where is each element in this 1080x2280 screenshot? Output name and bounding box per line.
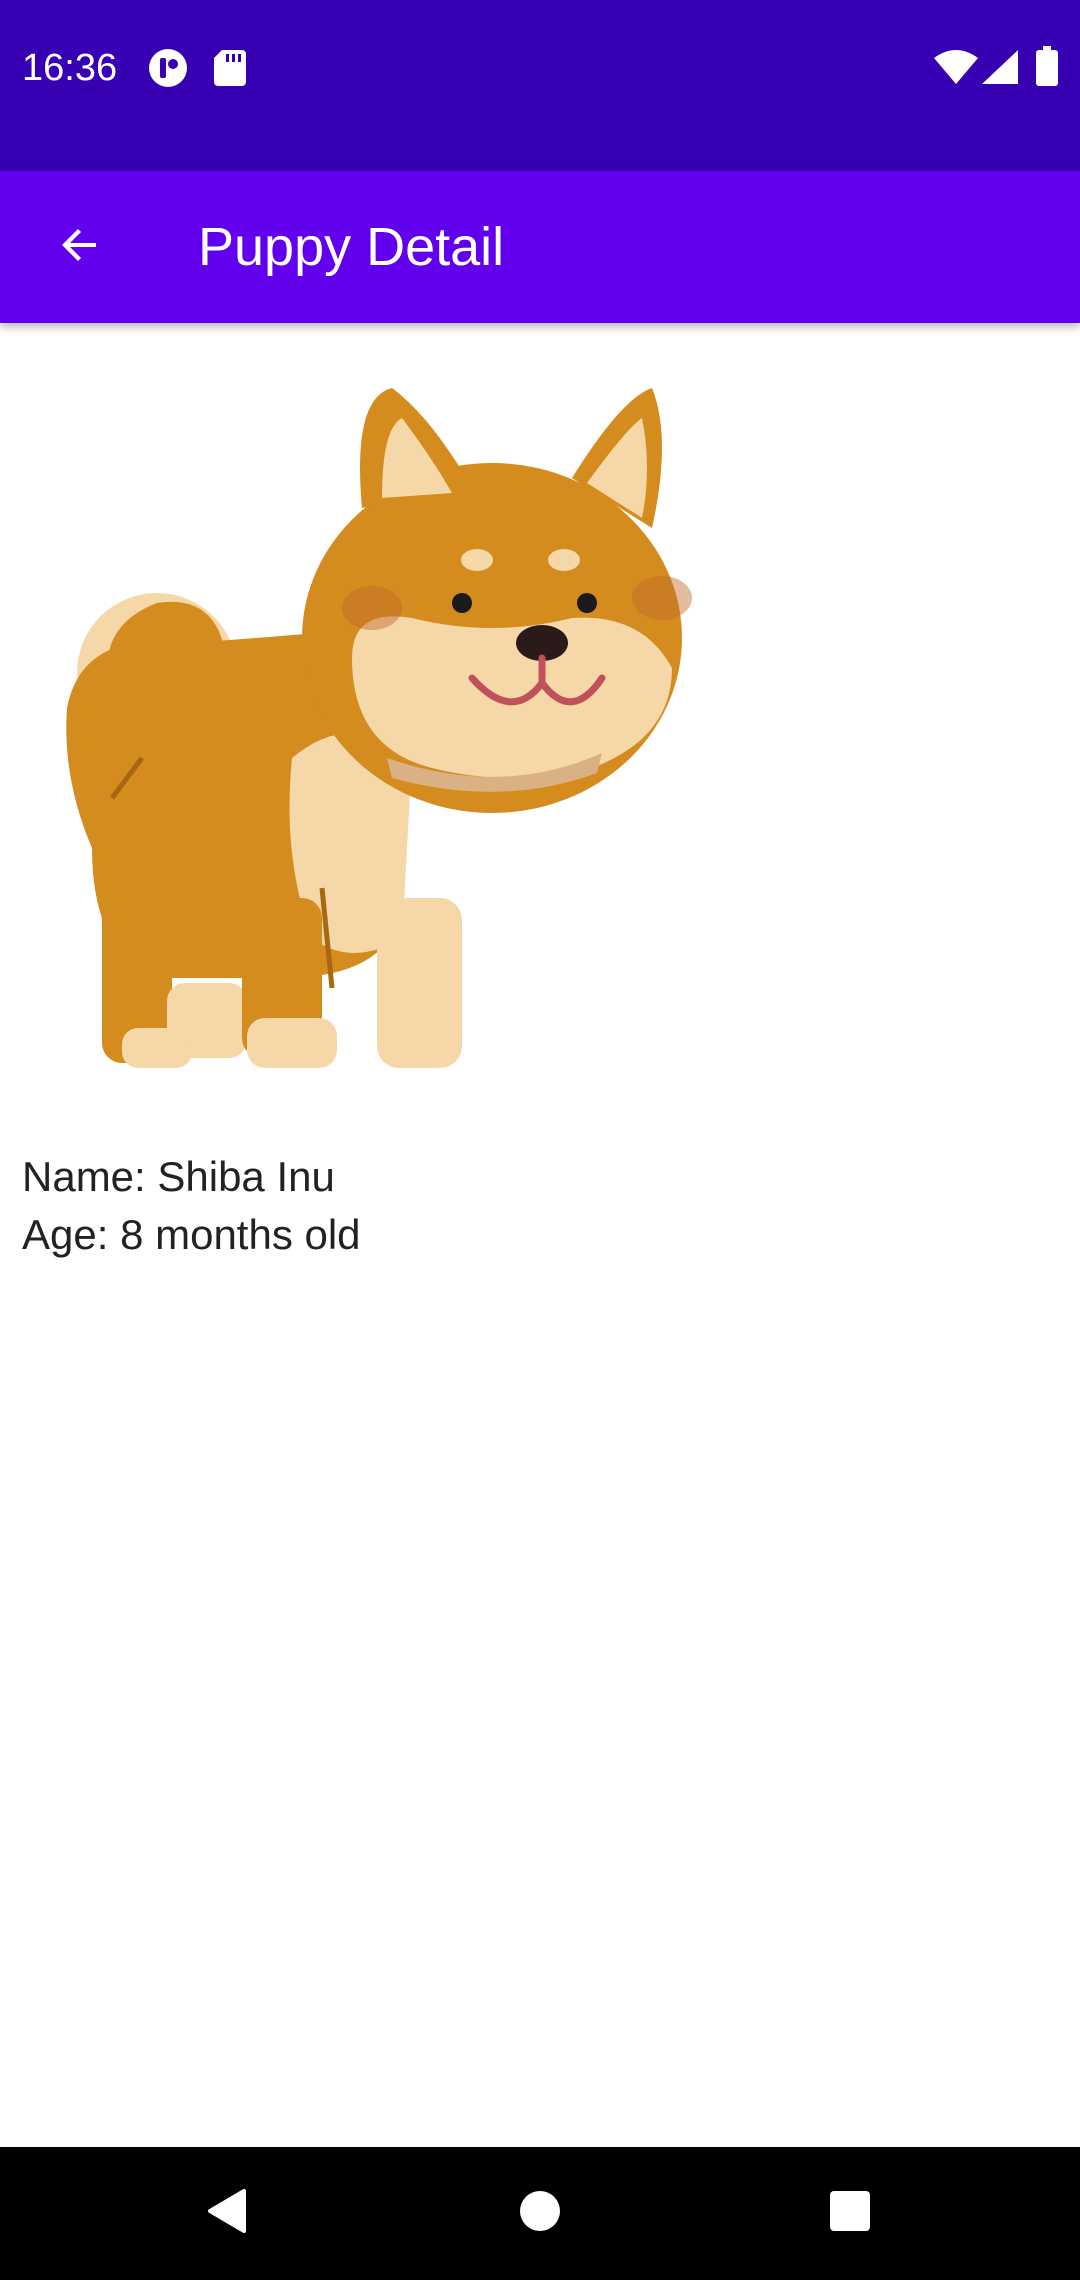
page-title: Puppy Detail [198,217,505,277]
nav-back-button[interactable] [146,2147,306,2280]
sd-card-icon [214,50,246,91]
back-triangle-icon [204,2187,248,2240]
home-circle-icon [518,2189,562,2238]
app-notification-icon [148,48,188,93]
status-time: 16:36 [22,47,118,89]
app-bar: Puppy Detail [0,171,1080,323]
nav-recents-button[interactable] [770,2147,930,2280]
wifi-icon [934,50,978,89]
screen: 16:36 Puppy Detail Name: Shiba Inu Age: … [0,0,1080,2280]
cellular-signal-icon [982,50,1018,89]
puppy-age: Age: 8 months old [22,1211,361,1258]
back-button[interactable] [30,197,130,297]
status-bar: 16:36 [0,0,1080,171]
nav-home-button[interactable] [460,2147,620,2280]
shiba-inu-illustration [66,388,692,1068]
battery-icon [1036,46,1058,91]
puppy-info: Name: Shiba Inu Age: 8 months old [22,1148,361,1264]
navigation-bar [0,2147,1080,2280]
arrow-back-icon [56,221,104,274]
puppy-image [52,378,722,1098]
puppy-name: Name: Shiba Inu [22,1153,335,1200]
recents-square-icon [829,2190,871,2237]
